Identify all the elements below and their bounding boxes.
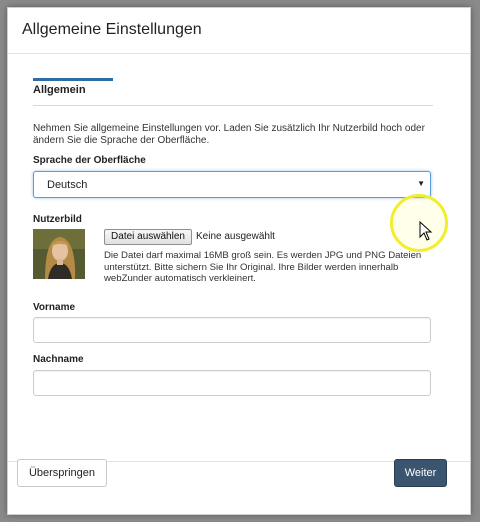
intro-text: Nehmen Sie allgemeine Einstellungen vor.… xyxy=(33,123,425,146)
last-name-label: Nachname xyxy=(33,354,84,365)
tab-allgemein[interactable]: Allgemein xyxy=(33,84,86,96)
skip-button[interactable]: Überspringen xyxy=(17,459,107,487)
mouse-pointer-icon xyxy=(419,221,433,241)
first-name-label: Vorname xyxy=(33,302,76,313)
language-select-value: Deutsch xyxy=(47,179,88,191)
language-label: Sprache der Oberfläche xyxy=(33,155,146,166)
profile-picture-label: Nutzerbild xyxy=(33,214,82,225)
dialog-header: Allgemeine Einstellungen xyxy=(8,8,470,54)
language-select[interactable]: Deutsch ▼ xyxy=(33,171,431,198)
next-button[interactable]: Weiter xyxy=(394,459,447,487)
avatar xyxy=(33,229,85,279)
file-status-text: Keine ausgewählt xyxy=(196,231,275,242)
tab-strip: Allgemein xyxy=(33,78,433,106)
avatar-photo xyxy=(33,229,85,279)
first-name-input[interactable] xyxy=(33,317,431,343)
file-help-text: Die Datei darf maximal 16MB groß sein. E… xyxy=(104,250,422,284)
dialog-title: Allgemeine Einstellungen xyxy=(22,21,202,38)
last-name-input[interactable] xyxy=(33,370,431,396)
active-tab-indicator xyxy=(33,78,113,81)
choose-file-button[interactable]: Datei auswählen xyxy=(104,229,192,245)
caret-down-icon: ▼ xyxy=(417,179,425,188)
